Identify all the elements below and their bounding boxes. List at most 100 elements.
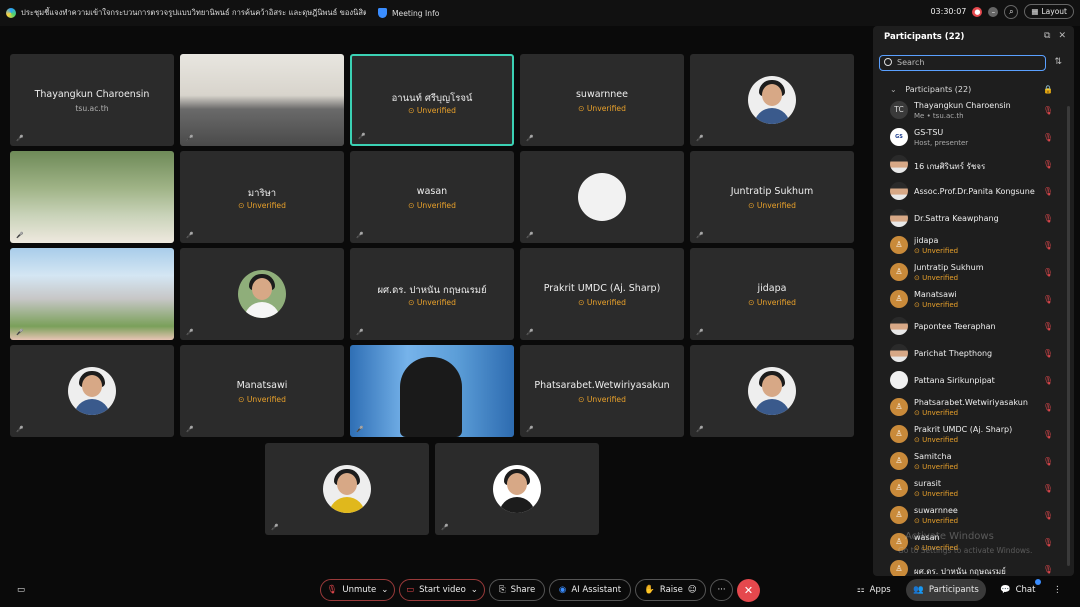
captions-icon[interactable]: ▭ [17,579,25,601]
pop-out-icon[interactable]: ⧉ [1044,31,1050,41]
video-tile[interactable] [10,248,174,340]
ai-assistant-button[interactable]: ◉ AI Assistant [549,579,631,601]
mic-muted-icon[interactable]: 🎙 [1043,484,1053,493]
participant-name: Papontee Teeraphan [914,322,996,331]
mic-muted-icon[interactable]: 🎙 [1043,565,1053,574]
video-tile[interactable] [180,248,344,340]
zoom-icon[interactable]: ⌕ [1004,4,1019,19]
sort-icon[interactable]: ⇅ [1054,57,1062,67]
participant-row[interactable]: ♙ jidapa ⊙ Unverified 🎙 [873,233,1063,260]
unverified-text: Unverified [922,247,959,255]
participant-row[interactable]: Papontee Teeraphan 🎙 [873,314,1063,341]
mic-muted-icon[interactable]: 🎙 [1043,241,1053,250]
video-tile[interactable]: ผศ.ดร. ปาหนัน กฤษณรมย์ ⊙ Unverified [350,248,514,340]
mic-muted-icon[interactable]: 🎙 [1043,538,1053,547]
video-tile[interactable] [520,151,684,243]
participant-list-scrollbar[interactable] [1067,106,1070,566]
meeting-info-button[interactable]: Meeting Info [378,8,439,18]
participants-button[interactable]: 👥 Participants [906,579,986,601]
mic-muted-icon[interactable]: 🎙 [1043,187,1053,196]
mic-muted-icon[interactable]: 🎙 [1043,160,1053,169]
participant-row[interactable]: ♙ ผศ.ดร. ปาหนัน กฤษณรมย์ 🎙 [873,557,1063,576]
video-tile[interactable] [690,54,854,146]
participants-icon: 👥 [913,585,924,595]
raise-hand-button[interactable]: ✋ Raise ☺ [635,579,706,601]
apps-button[interactable]: ⚏ Apps [857,579,891,601]
video-tile[interactable]: Thayangkun Charoensin tsu.ac.th [10,54,174,146]
leave-meeting-button[interactable]: ✕ [737,579,760,602]
mic-muted-icon[interactable]: 🎙 [1043,133,1053,142]
tile-unverified-badge: ⊙ Unverified [520,298,684,307]
video-tile[interactable]: suwarnnee ⊙ Unverified [520,54,684,146]
video-tile[interactable]: jidapa ⊙ Unverified [690,248,854,340]
mic-muted-icon[interactable]: 🎙 [1043,376,1053,385]
participant-search-input[interactable]: Search [879,55,1046,71]
participant-row[interactable]: TC Thayangkun Charoensin Me • tsu.ac.th 🎙 [873,98,1063,125]
participant-name: Manatsawi [914,290,957,299]
mic-muted-icon [696,425,704,433]
mic-muted-icon[interactable]: 🎙 [1043,403,1053,412]
video-tile[interactable] [180,54,344,146]
participant-avatar [890,371,908,389]
layout-button[interactable]: ▦ Layout [1024,4,1074,19]
mic-muted-icon[interactable]: 🎙 [1043,349,1053,358]
minimize-icon[interactable]: – [988,6,999,17]
participant-row[interactable]: Dr.Sattra Keawphang 🎙 [873,206,1063,233]
unverified-label: Unverified [756,298,796,307]
participants-group-header[interactable]: ⌄ Participants (22) [890,85,971,94]
apps-icon: ⚏ [857,585,865,595]
participant-avatar: GS [890,128,908,146]
mic-muted-icon[interactable]: 🎙 [1043,106,1053,115]
video-tile[interactable] [10,345,174,437]
participant-role: Host, presenter [914,139,969,147]
video-tile[interactable]: wasan ⊙ Unverified [350,151,514,243]
video-tile[interactable] [690,345,854,437]
mic-muted-icon[interactable]: 🎙 [1043,457,1053,466]
video-tile[interactable]: มาริษา ⊙ Unverified [180,151,344,243]
start-video-button[interactable]: ▭ Start video ⌄ [399,579,485,601]
participant-row[interactable]: ♙ Phatsarabet.Wetwiriyasakun ⊙ Unverified 🎙 [873,395,1063,422]
share-button[interactable]: ⎘ Share [489,579,545,601]
mic-muted-icon[interactable]: 🎙 [1043,511,1053,520]
mic-muted-icon[interactable]: 🎙 [1043,268,1053,277]
video-tile[interactable]: Phatsarabet.Wetwiriyasakun ⊙ Unverified [520,345,684,437]
more-vertical-icon[interactable]: ⋮ [1053,579,1062,601]
mic-muted-icon[interactable]: 🎙 [1043,322,1053,331]
warning-icon: ⊙ [914,301,923,309]
recording-indicator-icon[interactable]: ● [972,6,983,17]
participant-row[interactable]: ♙ Prakrit UMDC (Aj. Sharp) ⊙ Unverified 🎙 [873,422,1063,449]
video-tile[interactable]: Manatsawi ⊙ Unverified [180,345,344,437]
participant-row[interactable]: 16 เกษศิรินทร์ รัชจร 🎙 [873,152,1063,179]
video-tile[interactable] [350,345,514,437]
video-tile[interactable] [10,151,174,243]
chat-button[interactable]: 💬 Chat [1000,579,1035,601]
more-options-button[interactable]: ··· [710,579,733,601]
title-bar: ประชุมชี้แจงทำความเข้าใจกระบวนการตรวจรูป… [0,0,1080,26]
video-tile[interactable]: อานนท์ ศรีบุญโรจน์ ⊙ Unverified [350,54,514,146]
participant-row[interactable]: ♙ suwarnnee ⊙ Unverified 🎙 [873,503,1063,530]
participant-row[interactable]: ♙ surasit ⊙ Unverified 🎙 [873,476,1063,503]
tile-participant-domain: tsu.ac.th [75,104,109,113]
participant-row[interactable]: ♙ Samitcha ⊙ Unverified 🎙 [873,449,1063,476]
participant-row[interactable]: Assoc.Prof.Dr.Panita Kongsune 🎙 [873,179,1063,206]
video-tile[interactable]: Juntratip Sukhum ⊙ Unverified [690,151,854,243]
close-icon[interactable]: ✕ [1058,31,1066,41]
lock-icon[interactable]: 🔒 [1043,85,1053,94]
mic-muted-icon[interactable]: 🎙 [1043,214,1053,223]
video-tile[interactable] [265,443,429,535]
mic-muted-icon[interactable]: 🎙 [1043,295,1053,304]
participant-row[interactable]: Parichat Thepthong 🎙 [873,341,1063,368]
participant-row[interactable]: Pattana Sirikunpipat 🎙 [873,368,1063,395]
unmute-button[interactable]: 🎙 Unmute ⌄ [320,579,395,601]
video-tile[interactable]: Prakrit UMDC (Aj. Sharp) ⊙ Unverified [520,248,684,340]
participant-row[interactable]: ♙ Manatsawi ⊙ Unverified 🎙 [873,287,1063,314]
mic-muted-icon[interactable]: 🎙 [1043,430,1053,439]
participant-row[interactable]: ♙ Juntratip Sukhum ⊙ Unverified 🎙 [873,260,1063,287]
meeting-info-label: Meeting Info [392,8,440,18]
guest-user-icon: ♙ [890,398,908,416]
start-video-label: Start video [419,585,466,595]
video-tile[interactable] [435,443,599,535]
layout-label: Layout [1041,7,1068,16]
participant-row[interactable]: GS GS-TSU Host, presenter 🎙 [873,125,1063,152]
tile-participant-name: อานนท์ ศรีบุญโรจน์ [391,93,473,104]
